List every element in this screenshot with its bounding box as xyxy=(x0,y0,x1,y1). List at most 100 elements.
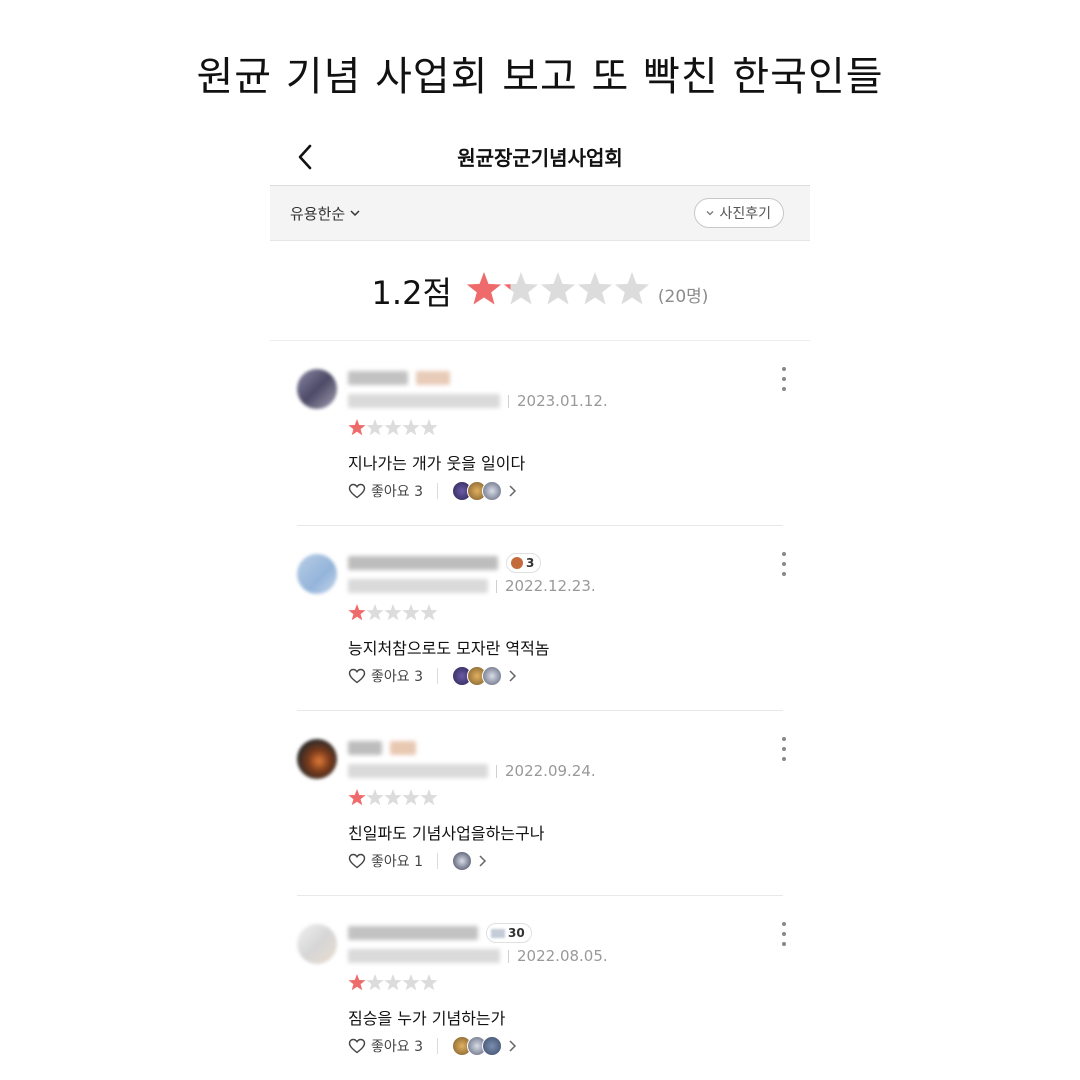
badge-level: 3 xyxy=(526,556,535,570)
like-button[interactable]: 좋아요 3 xyxy=(348,1036,423,1056)
like-count: 좋아요 1 xyxy=(371,854,423,870)
like-count: 좋아요 3 xyxy=(371,669,423,685)
review-meta: 2022.12.23. xyxy=(348,576,810,596)
star-icon xyxy=(366,789,384,806)
review-text: 짐승을 누가 기념하는가 xyxy=(348,1009,506,1028)
divider xyxy=(496,579,497,593)
liked-users[interactable] xyxy=(437,1036,518,1056)
review-actions: 좋아요 3 xyxy=(348,1035,810,1057)
review-stars xyxy=(348,974,438,991)
reviewer-level-badge: 30 xyxy=(486,923,532,943)
page-title: 원균장군기념사업회 xyxy=(457,146,623,170)
liked-users[interactable] xyxy=(437,851,488,871)
chevron-down-icon xyxy=(350,210,360,217)
reviewer-name-redacted xyxy=(348,371,408,385)
review-item: 2023.01.12. 지나가는 개가 웃을 일이다 좋아요 3 xyxy=(270,341,810,526)
review-item: 30 2022.08.05. 짐승을 누가 기념하는가 좋아요 3 xyxy=(270,896,810,1080)
chevron-right-icon xyxy=(509,1040,517,1052)
more-vertical-icon[interactable] xyxy=(778,922,790,946)
star-icon xyxy=(540,271,576,305)
more-vertical-icon[interactable] xyxy=(778,552,790,576)
review-actions: 좋아요 1 xyxy=(348,850,810,872)
star-icon xyxy=(402,419,420,436)
like-count: 좋아요 3 xyxy=(371,484,423,500)
review-meta: 2023.01.12. xyxy=(348,391,810,411)
avatar[interactable] xyxy=(297,924,337,964)
reviewer-info-redacted xyxy=(348,394,500,408)
star-icon xyxy=(420,974,438,991)
rating-stars xyxy=(466,271,650,305)
star-icon xyxy=(348,604,366,621)
star-icon xyxy=(420,789,438,806)
star-icon xyxy=(402,974,420,991)
star-icon xyxy=(503,271,539,305)
star-icon xyxy=(384,789,402,806)
liker-avatar xyxy=(482,666,502,686)
heart-outline-icon xyxy=(348,668,366,684)
review-actions: 좋아요 3 xyxy=(348,480,810,502)
star-icon xyxy=(366,419,384,436)
star-icon xyxy=(384,604,402,621)
sort-dropdown[interactable]: 유용한순 xyxy=(290,203,361,224)
review-stars xyxy=(348,789,438,806)
reviewer-name-redacted xyxy=(348,741,382,755)
review-count: (20명) xyxy=(657,287,709,307)
rating-summary: 1.2점 (20명) xyxy=(270,241,810,341)
review-actions: 좋아요 3 xyxy=(348,665,810,687)
review-meta: 2022.08.05. xyxy=(348,946,810,966)
avatar[interactable] xyxy=(297,369,337,409)
divider xyxy=(496,764,497,778)
reviewer-name-redacted xyxy=(348,926,478,940)
star-icon xyxy=(384,974,402,991)
reviewer-tag-redacted xyxy=(416,371,450,385)
reviewer-name-row xyxy=(348,367,810,389)
review-stars xyxy=(348,604,438,621)
sort-label: 유용한순 xyxy=(290,204,346,223)
liked-users[interactable] xyxy=(437,481,518,501)
filter-bar: 유용한순 사진후기 xyxy=(270,185,810,241)
heart-outline-icon xyxy=(348,853,366,869)
review-date: 2023.01.12. xyxy=(517,392,608,410)
chevron-down-icon xyxy=(707,211,714,216)
reviewer-info-redacted xyxy=(348,949,500,963)
reviewer-tag-redacted xyxy=(390,741,416,755)
review-text: 능지처참으로도 모자란 역적놈 xyxy=(348,639,550,658)
avatar[interactable] xyxy=(297,739,337,779)
badge-icon xyxy=(491,928,505,938)
star-icon xyxy=(420,419,438,436)
review-stars xyxy=(348,419,438,436)
chevron-left-icon[interactable] xyxy=(292,140,322,174)
star-icon xyxy=(366,974,384,991)
review-item: 3 2022.12.23. 능지처참으로도 모자란 역적놈 좋아요 3 xyxy=(270,526,810,711)
reviewer-level-badge: 3 xyxy=(506,553,542,573)
liker-avatar xyxy=(482,1036,502,1056)
like-button[interactable]: 좋아요 3 xyxy=(348,481,423,501)
post-caption: 원균 기념 사업회 보고 또 빡친 한국인들 xyxy=(196,54,884,100)
reviewer-info-redacted xyxy=(348,579,488,593)
star-icon xyxy=(420,604,438,621)
divider xyxy=(508,394,509,408)
review-date: 2022.09.24. xyxy=(505,762,596,780)
star-icon xyxy=(348,419,366,436)
like-button[interactable]: 좋아요 3 xyxy=(348,666,423,686)
more-vertical-icon[interactable] xyxy=(778,367,790,391)
nav-bar: 원균장군기념사업회 xyxy=(270,128,810,185)
divider xyxy=(508,949,509,963)
star-icon xyxy=(577,271,613,305)
star-icon xyxy=(614,271,650,305)
photo-review-filter-button[interactable]: 사진후기 xyxy=(694,198,784,228)
like-count: 좋아요 3 xyxy=(371,1039,423,1055)
like-button[interactable]: 좋아요 1 xyxy=(348,851,423,871)
star-icon xyxy=(384,419,402,436)
reviewer-name-row: 30 xyxy=(348,922,810,944)
reviewer-name-row: 3 xyxy=(348,552,810,574)
rating-score: 1.2점 xyxy=(371,273,452,312)
review-text: 친일파도 기념사업을하는구나 xyxy=(348,824,545,843)
liked-users[interactable] xyxy=(437,666,518,686)
app-screen: 원균장군기념사업회 유용한순 사진후기 1.2점 (20명) 2023.01.1… xyxy=(270,128,810,1080)
more-vertical-icon[interactable] xyxy=(778,737,790,761)
star-icon xyxy=(348,789,366,806)
avatar[interactable] xyxy=(297,554,337,594)
review-date: 2022.12.23. xyxy=(505,577,596,595)
star-icon xyxy=(402,789,420,806)
